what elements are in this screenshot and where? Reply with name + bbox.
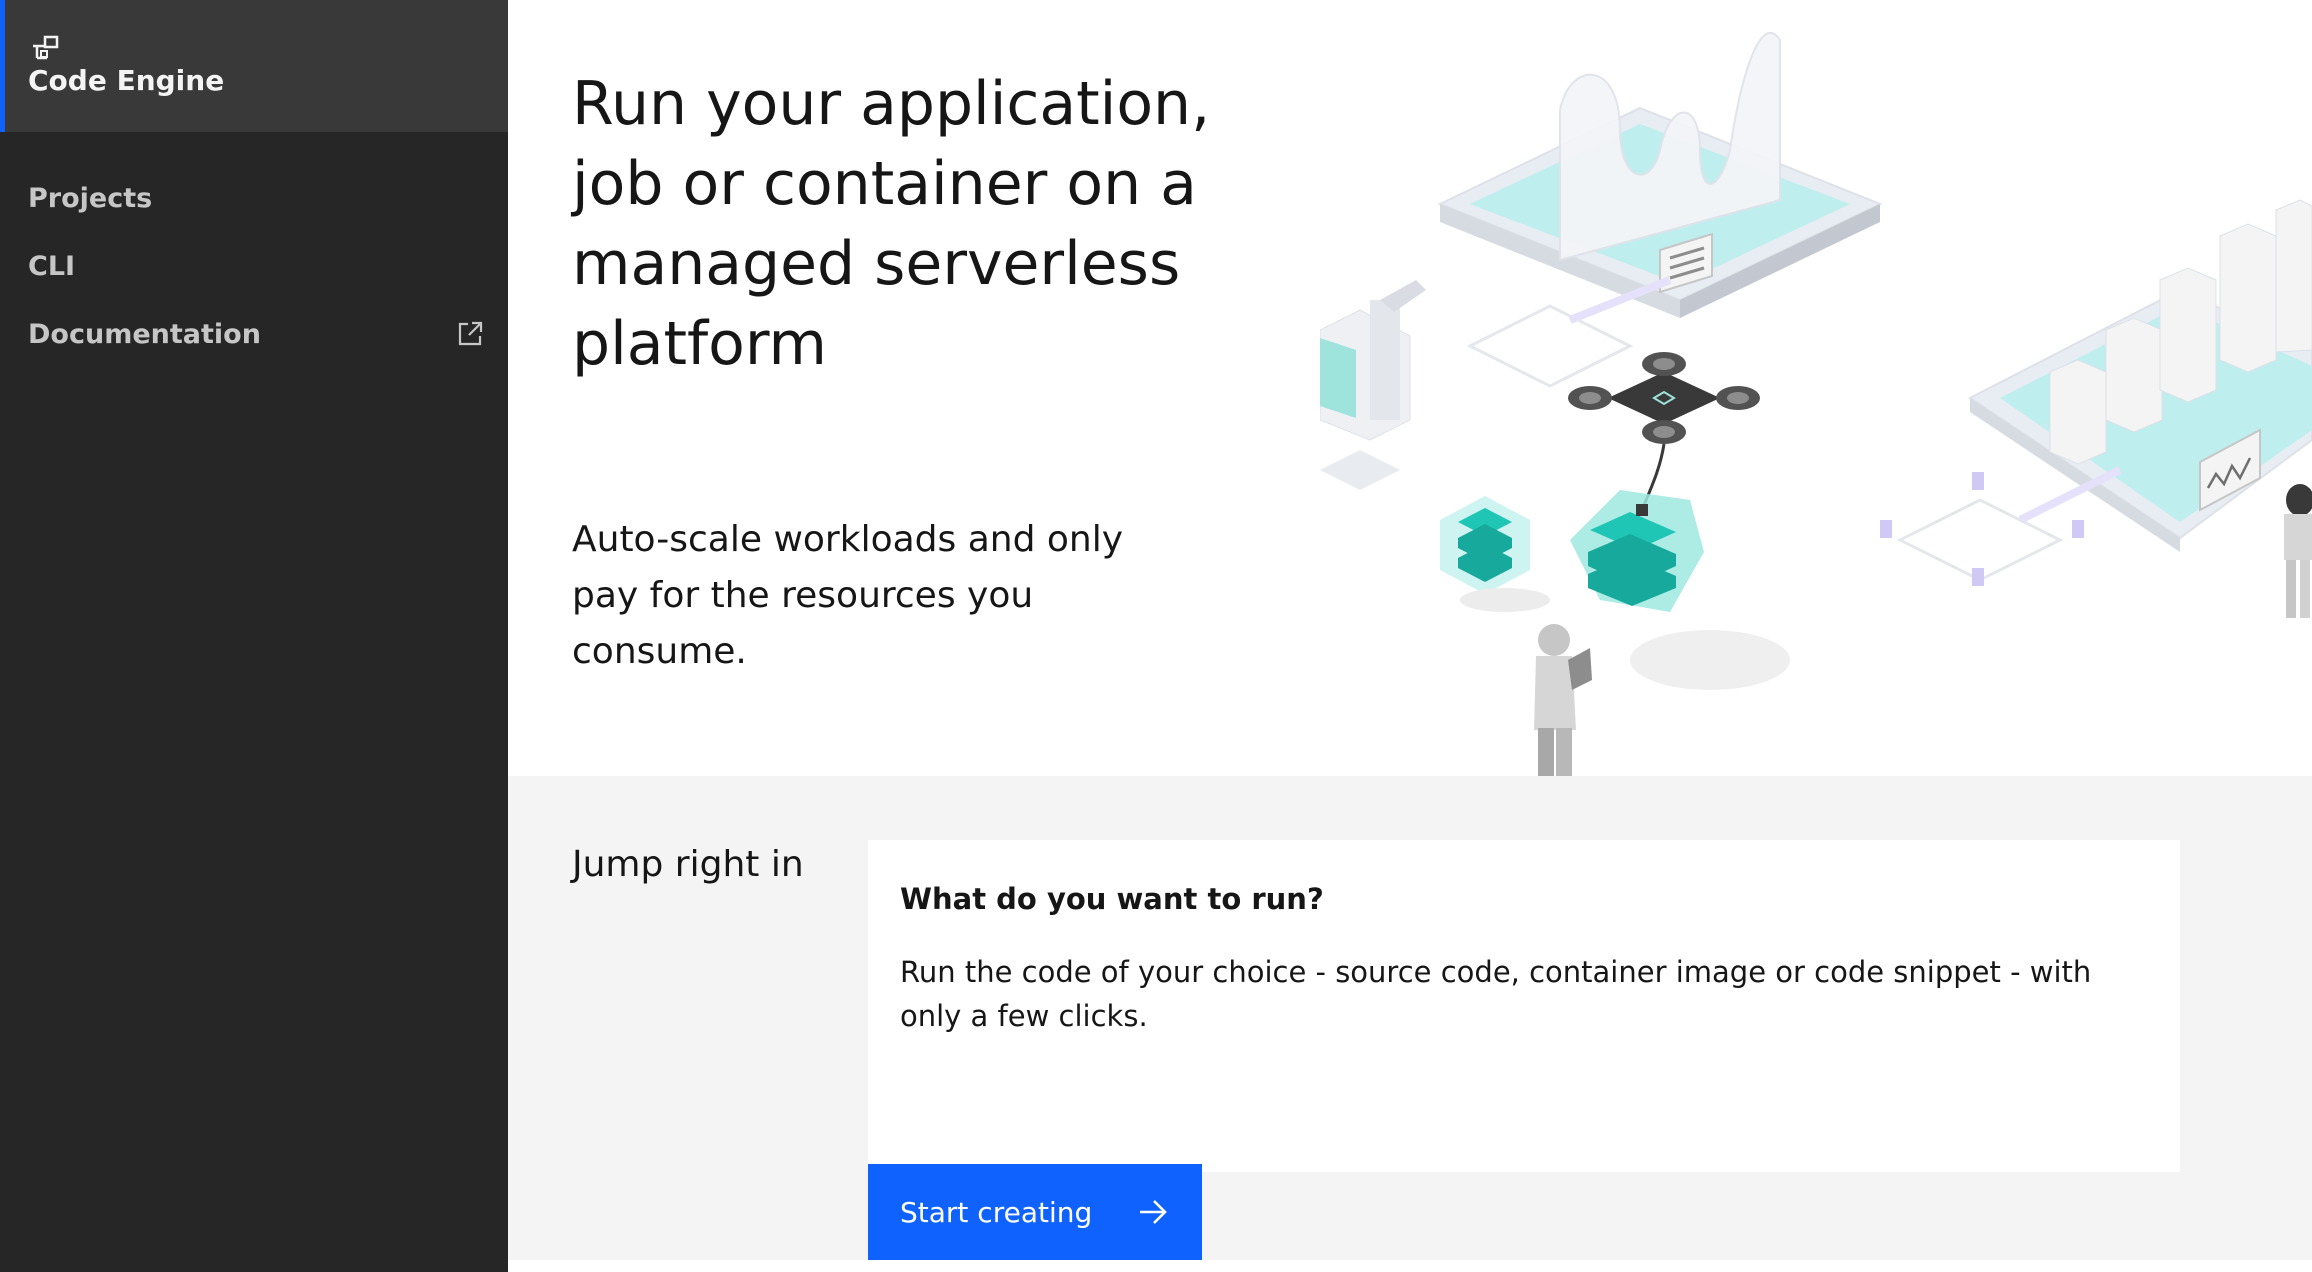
hanging-cube-graphic — [1570, 490, 1790, 690]
right-platform-graphic — [1968, 199, 2312, 552]
top-platform-graphic — [1437, 31, 1883, 318]
sidebar-item-label: CLI — [28, 250, 76, 282]
card-description: Run the code of your choice - source cod… — [900, 955, 2092, 1033]
hero-banner: Run your application, job or container o… — [508, 0, 2312, 776]
card-title: What do you want to run? — [900, 882, 1324, 916]
jump-heading: Jump right in — [572, 844, 804, 885]
arrow-right-icon — [1140, 1200, 1167, 1224]
code-engine-icon — [33, 35, 59, 60]
sidebar-item-label: Projects — [28, 182, 153, 214]
bottom-strip — [508, 1260, 2312, 1272]
drone-graphic — [1568, 352, 1760, 511]
app-name: Code Engine — [28, 64, 225, 97]
button-label: Start creating — [900, 1195, 1093, 1229]
sidebar-item-cli[interactable]: CLI — [0, 234, 508, 298]
serverless-illustration — [1320, 31, 2312, 776]
start-creating-button[interactable]: Start creating — [868, 1164, 1202, 1260]
sidebar-item-label: Documentation — [28, 318, 261, 350]
left-nav: Code Engine Projects CLI Documentation — [0, 0, 508, 1272]
person-right-graphic — [2284, 484, 2312, 618]
jump-section: Jump right in What do you want to run? R… — [508, 776, 2312, 1260]
sidebar-item-projects[interactable]: Projects — [0, 166, 508, 230]
start-card: What do you want to run? Run the code of… — [868, 840, 2180, 1260]
hero-title: Run your application, job or container o… — [572, 69, 1211, 379]
robot-arm-graphic — [1320, 280, 1426, 490]
sidebar-item-documentation[interactable]: Documentation — [0, 302, 508, 366]
hero-subtitle: Auto-scale workloads and only pay for th… — [572, 519, 1124, 672]
app-header[interactable]: Code Engine — [0, 0, 508, 132]
person-graphic — [1534, 624, 1592, 776]
external-link-icon — [458, 321, 483, 346]
teal-cube-graphic — [1440, 496, 1550, 612]
